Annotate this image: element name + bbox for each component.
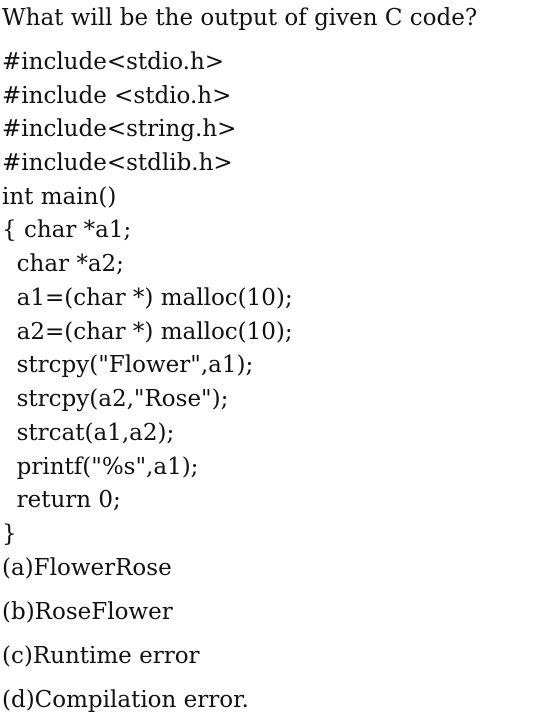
code-line: { char *a1; xyxy=(2,217,132,243)
code-line: return 0; xyxy=(2,487,121,513)
code-line: strcat(a1,a2); xyxy=(2,420,175,446)
option-c: (c)Runtime error xyxy=(2,643,200,669)
code-line: char *a2; xyxy=(2,251,124,277)
code-line: strcpy(a2,"Rose"); xyxy=(2,386,229,412)
code-line: } xyxy=(2,521,17,547)
code-line: #include<stdlib.h> xyxy=(2,150,233,176)
code-line: #include<stdio.h> xyxy=(2,49,225,75)
code-line: strcpy("Flower",a1); xyxy=(2,352,254,378)
code-line: int main() xyxy=(2,184,117,210)
code-line: #include <stdio.h> xyxy=(2,83,232,109)
code-line: a2=(char *) malloc(10); xyxy=(2,319,293,345)
code-line: #include<string.h> xyxy=(2,116,237,142)
option-b: (b)RoseFlower xyxy=(2,599,173,625)
code-line: printf("%s",a1); xyxy=(2,454,199,480)
question-text: What will be the output of given C code? xyxy=(2,5,478,31)
code-line: a1=(char *) malloc(10); xyxy=(2,285,293,311)
option-a: (a)FlowerRose xyxy=(2,555,172,581)
option-d: (d)Compilation error. xyxy=(2,687,249,713)
